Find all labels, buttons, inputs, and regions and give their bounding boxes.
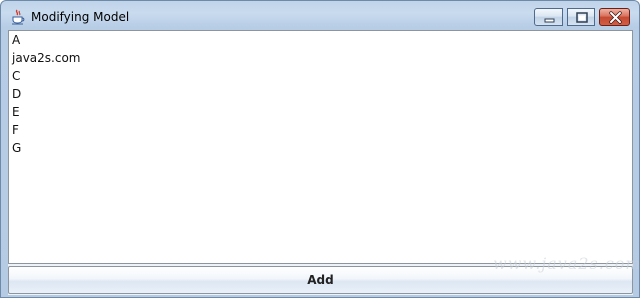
java-cup-icon <box>10 9 26 25</box>
minimize-icon <box>544 18 555 23</box>
content-pane: A java2s.com C D E F G Add <box>8 30 633 295</box>
list-item[interactable]: E <box>9 103 632 121</box>
app-window: Modifying Model A java2s.com C D E F G A… <box>0 0 640 298</box>
maximize-icon <box>576 12 588 23</box>
maximize-button[interactable] <box>567 8 595 26</box>
title-bar[interactable]: Modifying Model <box>1 1 639 29</box>
close-icon <box>609 11 622 24</box>
list-item[interactable]: G <box>9 139 632 157</box>
list-item[interactable]: A <box>9 31 632 49</box>
window-title: Modifying Model <box>31 10 130 24</box>
close-button[interactable] <box>599 8 630 26</box>
list-item[interactable]: C <box>9 67 632 85</box>
minimize-button[interactable] <box>534 8 563 26</box>
item-list[interactable]: A java2s.com C D E F G <box>8 30 633 264</box>
list-item[interactable]: F <box>9 121 632 139</box>
list-item[interactable]: D <box>9 85 632 103</box>
add-button[interactable]: Add <box>8 266 633 294</box>
list-item[interactable]: java2s.com <box>9 49 632 67</box>
